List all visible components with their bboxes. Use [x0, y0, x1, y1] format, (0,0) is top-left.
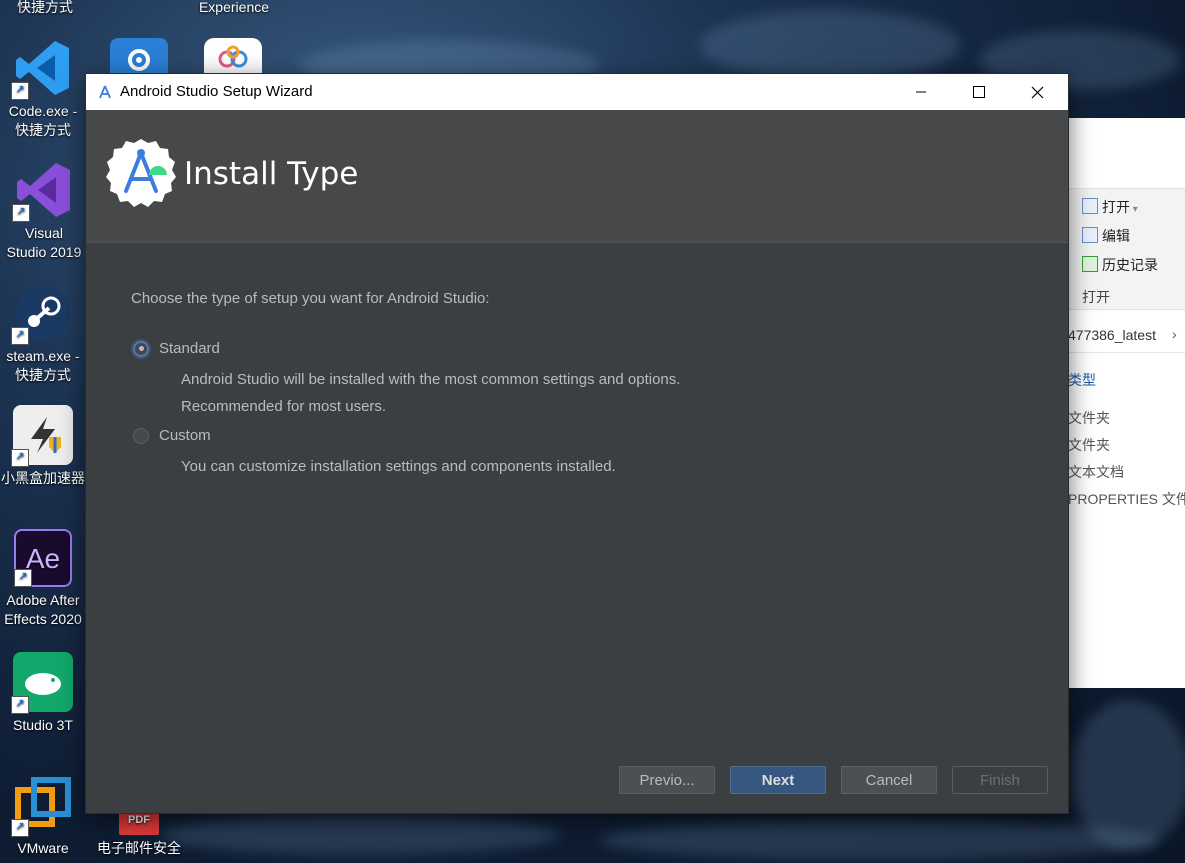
vmware-icon: ↗: [11, 775, 73, 837]
list-item[interactable]: PROPERTIES 文件: [1068, 489, 1185, 509]
ribbon-group-label: 打开: [1082, 289, 1110, 305]
maximize-button[interactable]: [950, 74, 1008, 110]
explorer-ribbon: 打开 ▾ 编辑 历史记录 打开: [1068, 188, 1185, 310]
wizard-header: Install Type: [86, 110, 1068, 243]
open-icon: [1082, 198, 1098, 214]
setup-prompt: Choose the type of setup you want for An…: [131, 290, 490, 307]
close-icon: [1031, 86, 1043, 98]
shortcut-arrow-icon: ↗: [11, 82, 29, 100]
open-dropdown-button[interactable]: 打开 ▾: [1082, 197, 1138, 217]
next-button[interactable]: Next: [730, 766, 826, 794]
desktop-icon-label: VMware: [17, 840, 69, 856]
standard-description: Android Studio will be installed with th…: [181, 371, 681, 388]
desktop-icon-vscode[interactable]: ↗ Code.exe - 快捷方式: [0, 38, 88, 140]
desktop-icon-vmware[interactable]: ↗ VMware: [0, 775, 88, 858]
finish-button[interactable]: Finish: [952, 766, 1048, 794]
desktop-icon-after-effects[interactable]: Ae ↗ Adobe After Effects 2020: [0, 529, 88, 629]
desktop-icon-label: Effects 2020: [4, 611, 82, 627]
address-bar[interactable]: 477386_latest ›: [1068, 318, 1185, 353]
radio-dot-icon: [138, 346, 144, 351]
standard-description-2: Recommended for most users.: [181, 398, 387, 415]
edit-button[interactable]: 编辑: [1082, 226, 1130, 246]
list-item[interactable]: 文件夹: [1068, 408, 1110, 428]
desktop-icon-label: Adobe After: [6, 592, 80, 608]
minimize-icon: [916, 91, 926, 93]
after-effects-icon: Ae ↗: [14, 529, 72, 587]
custom-description: You can customize installation settings …: [181, 458, 616, 475]
visual-studio-icon: ↗: [12, 160, 74, 222]
maximize-icon: [973, 86, 985, 98]
file-explorer-window: 打开 ▾ 编辑 历史记录 打开 477386_latest › 类型 文件夹 文…: [1068, 118, 1185, 688]
column-header-type[interactable]: 类型: [1068, 370, 1096, 390]
close-button[interactable]: [1008, 74, 1066, 110]
desktop-icon-label: 电子邮件安全: [97, 840, 181, 856]
desktop-icon-xiaoheihe[interactable]: ↗ 小黑盒加速器: [0, 405, 88, 488]
dropdown-arrow-icon: ▾: [1130, 204, 1138, 215]
shortcut-arrow-icon: ↗: [11, 696, 29, 714]
page-title: Install Type: [184, 156, 359, 192]
previous-button[interactable]: Previo...: [619, 766, 715, 794]
history-icon: [1082, 256, 1098, 272]
android-studio-logo-icon: [106, 139, 176, 207]
list-item[interactable]: 文件夹: [1068, 435, 1110, 455]
steam-icon: ↗: [11, 283, 73, 345]
minimize-button[interactable]: [892, 74, 950, 110]
studio-3t-icon: ↗: [11, 652, 73, 714]
standard-label: Standard: [159, 340, 220, 357]
desktop-icon-label: Experience: [198, 0, 270, 15]
shortcut-arrow-icon: ↗: [12, 204, 30, 222]
custom-label: Custom: [159, 427, 211, 444]
setup-wizard-dialog: Android Studio Setup Wizard Install Type…: [86, 74, 1068, 813]
android-studio-app-icon: [99, 85, 111, 99]
address-text: 477386_latest: [1068, 327, 1156, 343]
desktop-icon-studio-3t[interactable]: ↗ Studio 3T: [0, 652, 88, 735]
wizard-content: Choose the type of setup you want for An…: [86, 243, 1068, 813]
window-titlebar[interactable]: Android Studio Setup Wizard: [86, 74, 1068, 110]
edit-icon: [1082, 227, 1098, 243]
list-item[interactable]: 文本文档: [1068, 462, 1124, 482]
shortcut-arrow-icon: ↗: [11, 449, 29, 467]
desktop-icon-visual-studio[interactable]: ↗ Visual Studio 2019: [0, 160, 89, 262]
desktop-icon-steam[interactable]: ↗ steam.exe - 快捷方式: [0, 283, 88, 385]
custom-option[interactable]: Custom: [133, 427, 211, 444]
desktop-icon-label: 快捷方式: [17, 0, 73, 15]
standard-radio[interactable]: [133, 340, 149, 357]
shortcut-arrow-icon: ↗: [14, 569, 32, 587]
desktop-icon-label: 快捷方式: [15, 122, 71, 138]
desktop-icon-label: 小黑盒加速器: [1, 470, 85, 486]
desktop-icon-shortcut-top[interactable]: 快捷方式: [0, 0, 90, 17]
desktop-icon-label: steam.exe -: [6, 348, 80, 364]
history-button[interactable]: 历史记录: [1082, 255, 1158, 275]
standard-option[interactable]: Standard: [133, 340, 220, 357]
accelerator-icon: ↗: [11, 405, 73, 467]
desktop-icon-label: Code.exe -: [8, 103, 78, 119]
custom-radio[interactable]: [133, 427, 149, 444]
chevron-right-icon: ›: [1172, 326, 1177, 342]
vscode-icon: ↗: [11, 38, 73, 100]
shortcut-arrow-icon: ↗: [11, 327, 29, 345]
desktop-icon-experience[interactable]: Experience: [189, 0, 279, 17]
desktop-icon-label: 快捷方式: [15, 367, 71, 383]
window-title: Android Studio Setup Wizard: [120, 83, 313, 100]
desktop-icon-label: Studio 3T: [13, 717, 73, 733]
desktop-icon-label: Studio 2019: [6, 244, 82, 260]
cancel-button[interactable]: Cancel: [841, 766, 937, 794]
desktop-icon-label: Visual: [25, 225, 63, 241]
shortcut-arrow-icon: ↗: [11, 819, 29, 837]
